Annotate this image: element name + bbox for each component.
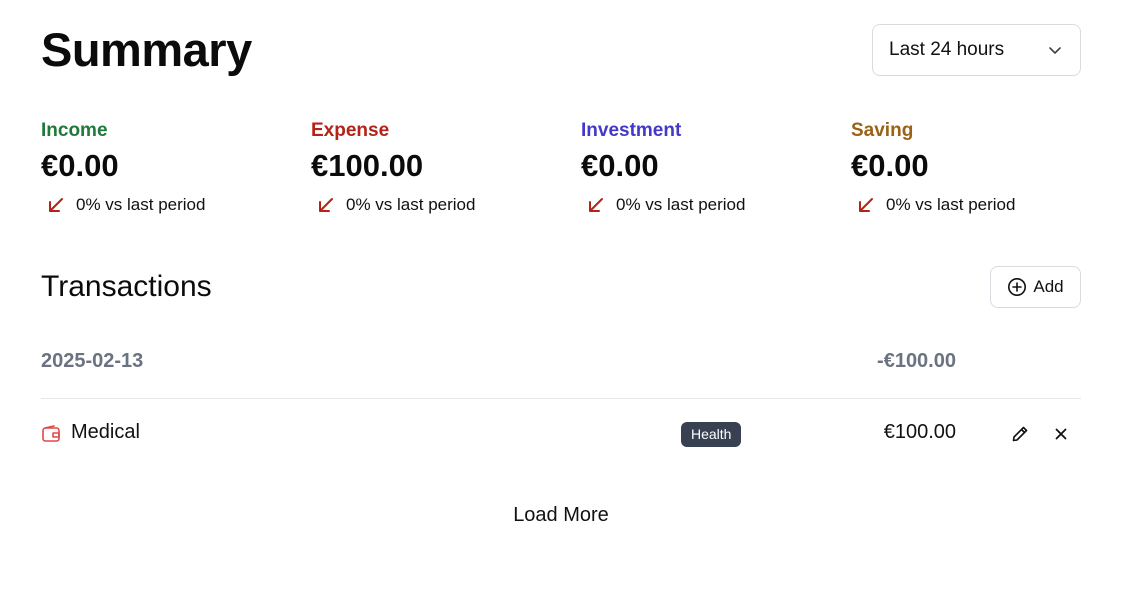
transaction-group-date: 2025-02-13 [41, 350, 144, 372]
stat-trend-text: 0% vs last period [346, 195, 476, 214]
pencil-icon [1012, 426, 1028, 442]
stat-investment: Investment €0.00 0% vs last period [581, 118, 831, 215]
stat-trend-text: 0% vs last period [616, 195, 746, 214]
transaction-name: Medical [71, 421, 140, 443]
divider [41, 398, 1081, 399]
stat-expense: Expense €100.00 0% vs last period [311, 118, 561, 215]
period-select-value: Last 24 hours [889, 39, 1005, 60]
edit-transaction-button[interactable] [1008, 422, 1032, 446]
stat-label: Expense [311, 120, 390, 141]
stat-trend-text: 0% vs last period [886, 195, 1016, 214]
transaction-date-group: 2025-02-13 -€100.00 [41, 350, 1081, 398]
stat-label: Investment [581, 120, 682, 141]
stat-amount: €0.00 [41, 148, 119, 183]
close-icon [1055, 428, 1067, 440]
stat-label: Income [41, 120, 108, 141]
transaction-group-total: -€100.00 [877, 350, 956, 372]
transaction-amount: €100.00 [883, 421, 956, 443]
add-transaction-button[interactable]: Add [990, 266, 1081, 308]
page-title: Summary [41, 23, 252, 76]
stat-trend: 0% vs last period [851, 195, 1101, 215]
stat-trend: 0% vs last period [41, 195, 291, 215]
trend-down-icon [46, 195, 66, 215]
add-button-label: Add [1033, 277, 1064, 296]
stat-trend-text: 0% vs last period [76, 195, 206, 214]
delete-transaction-button[interactable] [1049, 422, 1073, 446]
chevron-down-icon [1046, 41, 1064, 59]
stat-amount: €0.00 [581, 148, 659, 183]
stat-trend: 0% vs last period [311, 195, 561, 215]
stat-label: Saving [851, 120, 914, 141]
stat-amount: €0.00 [851, 148, 929, 183]
transaction-row: Medical Health €100.00 [41, 418, 1081, 450]
summary-page: Summary Last 24 hours Income €0.00 0% vs… [0, 0, 1129, 595]
trend-down-icon [856, 195, 876, 215]
plus-circle-icon [1007, 277, 1027, 297]
transactions-title: Transactions [41, 270, 212, 303]
stat-income: Income €0.00 0% vs last period [41, 118, 291, 215]
stat-amount: €100.00 [311, 148, 424, 183]
wallet-icon [41, 424, 61, 444]
period-select[interactable]: Last 24 hours [872, 24, 1081, 76]
trend-down-icon [316, 195, 336, 215]
stat-trend: 0% vs last period [581, 195, 831, 215]
load-more-button[interactable]: Load More [480, 498, 642, 532]
category-tag: Health [681, 422, 742, 447]
trend-down-icon [586, 195, 606, 215]
stat-saving: Saving €0.00 0% vs last period [851, 118, 1101, 215]
